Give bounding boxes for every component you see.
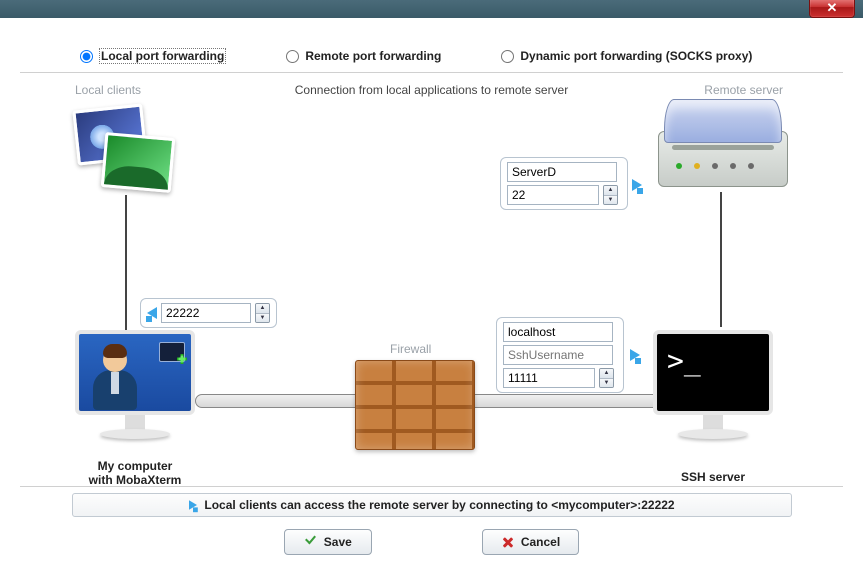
x-icon — [501, 535, 515, 549]
hint-bar: Local clients can access the remote serv… — [72, 493, 792, 517]
arrow-left-icon — [147, 307, 157, 319]
local-port-stepper[interactable]: ▲ ▼ — [255, 303, 270, 323]
diagram-area: Connection from local applications to re… — [20, 77, 843, 487]
remote-port-input[interactable] — [507, 185, 599, 205]
button-row: Save Cancel — [20, 529, 843, 555]
arrow-right-icon — [189, 500, 197, 510]
radio-dynamic-forwarding[interactable]: Dynamic port forwarding (SOCKS proxy) — [501, 49, 752, 63]
local-port-box: ▲ ▼ — [140, 298, 277, 328]
close-icon: ✕ — [827, 0, 838, 15]
my-computer-caption-line2: with MobaXterm — [89, 473, 182, 487]
dialog-body: Local port forwarding Remote port forwar… — [0, 18, 863, 567]
titlebar: ✕ — [0, 0, 863, 18]
step-down-icon[interactable]: ▼ — [604, 196, 617, 205]
local-port-input[interactable] — [161, 303, 251, 323]
connector-line — [125, 195, 127, 333]
my-computer-caption-line1: My computer — [98, 459, 173, 473]
local-clients-label: Local clients — [75, 83, 141, 97]
cancel-button-label: Cancel — [521, 535, 560, 549]
ssh-port-input[interactable] — [503, 368, 595, 388]
mobaxterm-badge-icon — [159, 342, 185, 362]
radio-remote-label: Remote port forwarding — [305, 49, 441, 63]
hint-text: Local clients can access the remote serv… — [204, 498, 674, 512]
radio-local-forwarding[interactable]: Local port forwarding — [80, 48, 226, 64]
step-up-icon[interactable]: ▲ — [604, 186, 617, 196]
ssh-server-box: ▲ ▼ — [496, 317, 624, 393]
remote-server-icon — [658, 99, 788, 191]
ssh-server-caption: SSH server — [653, 470, 773, 484]
radio-dynamic-input[interactable] — [501, 50, 514, 63]
my-computer-caption: My computer with MobaXterm — [75, 459, 195, 487]
connector-line — [720, 192, 722, 327]
remote-host-input[interactable] — [507, 162, 617, 182]
radio-dynamic-label: Dynamic port forwarding (SOCKS proxy) — [520, 49, 752, 63]
radio-remote-forwarding[interactable]: Remote port forwarding — [286, 49, 441, 63]
my-computer-icon — [75, 330, 195, 439]
ssh-server-icon: >_ — [653, 330, 773, 439]
remote-port-stepper[interactable]: ▲ ▼ — [603, 185, 618, 205]
firewall-icon — [355, 360, 475, 450]
step-up-icon[interactable]: ▲ — [256, 304, 269, 314]
step-up-icon[interactable]: ▲ — [600, 369, 613, 379]
terminal-screen-icon: >_ — [653, 330, 773, 415]
ssh-host-input[interactable] — [503, 322, 613, 342]
forwarding-type-radios: Local port forwarding Remote port forwar… — [20, 38, 843, 73]
radio-local-label: Local port forwarding — [99, 48, 226, 64]
save-button-label: Save — [324, 535, 352, 549]
local-clients-icon — [75, 107, 175, 197]
photo-icon — [101, 132, 176, 193]
step-down-icon[interactable]: ▼ — [256, 314, 269, 323]
check-icon — [304, 535, 318, 549]
radio-remote-input[interactable] — [286, 50, 299, 63]
ssh-username-input[interactable] — [503, 345, 613, 365]
terminal-prompt-icon: >_ — [667, 344, 701, 377]
remote-server-label: Remote server — [704, 83, 783, 97]
cancel-button[interactable]: Cancel — [482, 529, 579, 555]
arrow-right-icon — [632, 179, 642, 191]
firewall-label: Firewall — [390, 342, 431, 356]
radio-local-input[interactable] — [80, 50, 93, 63]
connection-description: Connection from local applications to re… — [295, 83, 568, 97]
ssh-port-stepper[interactable]: ▲ ▼ — [599, 368, 614, 388]
arrow-right-icon — [630, 349, 640, 361]
close-button[interactable]: ✕ — [809, 0, 855, 18]
remote-server-box: ▲ ▼ — [500, 157, 628, 210]
save-button[interactable]: Save — [284, 529, 372, 555]
step-down-icon[interactable]: ▼ — [600, 379, 613, 388]
monitor-screen-icon — [75, 330, 195, 415]
